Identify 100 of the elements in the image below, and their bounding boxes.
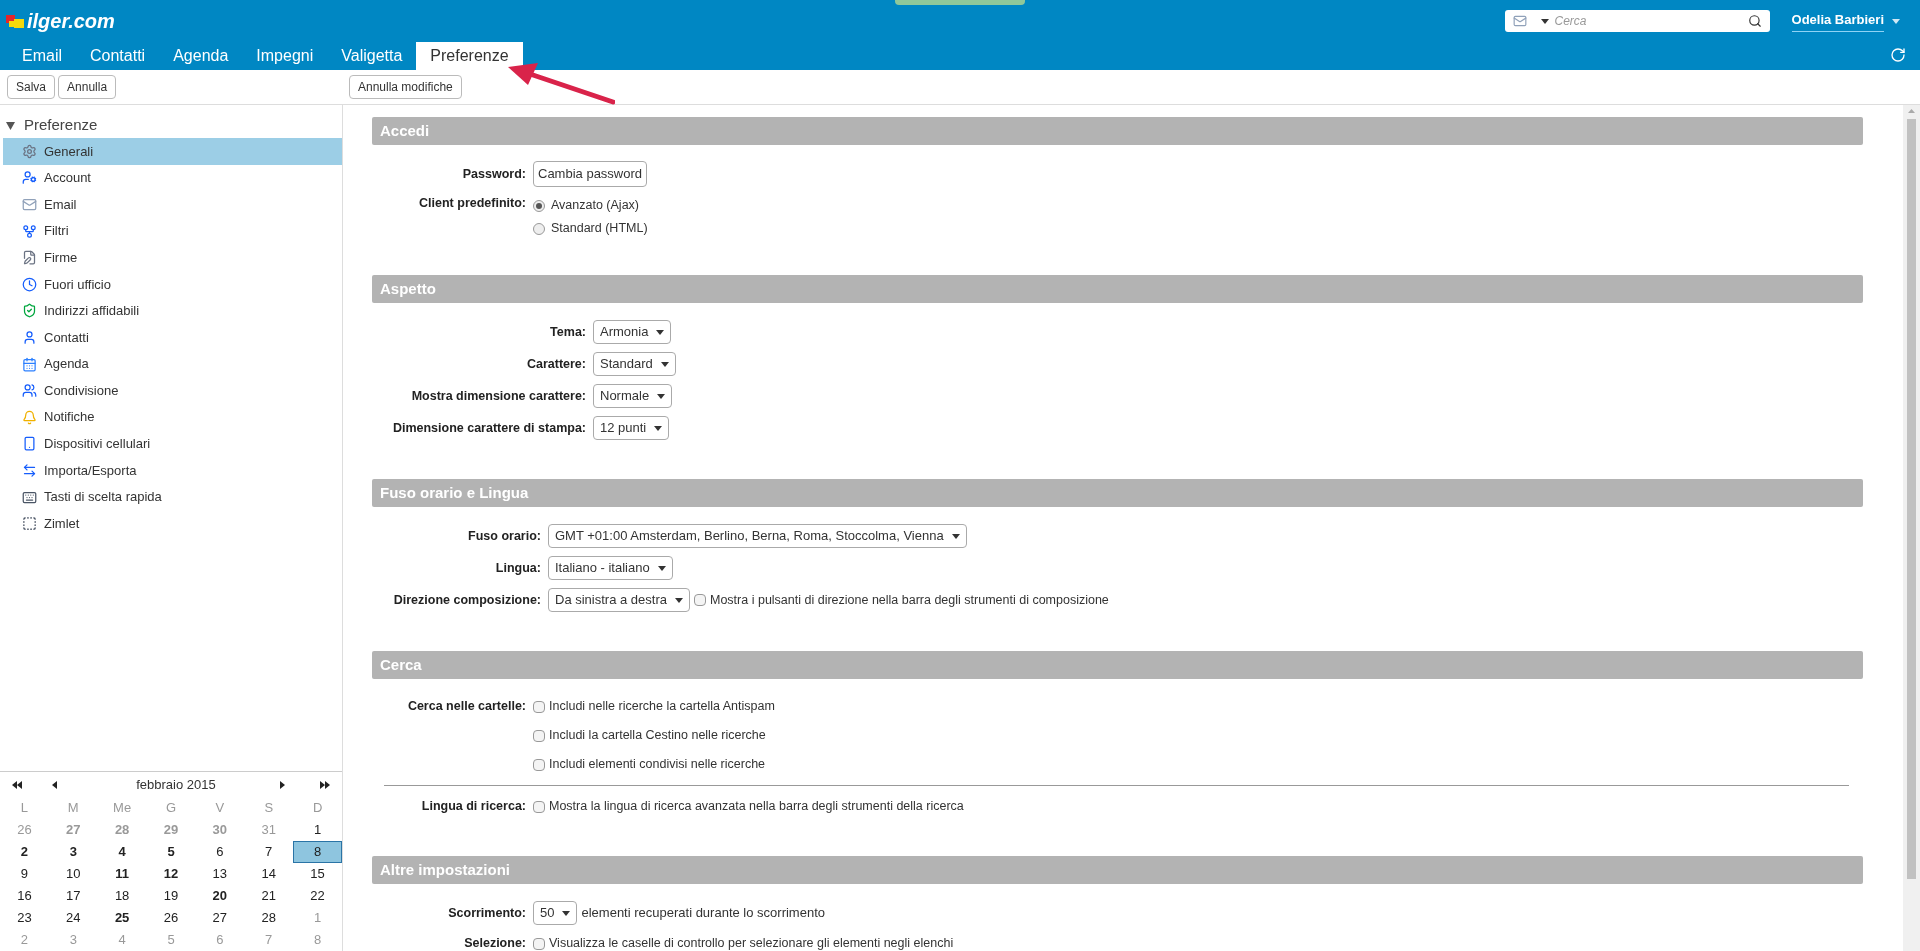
- calendar-day[interactable]: 5: [146, 841, 196, 863]
- expand-triangle-icon[interactable]: [6, 121, 15, 130]
- checkbox[interactable]: [533, 937, 545, 950]
- dropdown[interactable]: 12 punti: [593, 416, 670, 440]
- sidebar-item[interactable]: Email: [3, 191, 342, 218]
- app-tab[interactable]: Agenda: [159, 42, 243, 70]
- calendar-day[interactable]: 7: [244, 841, 294, 863]
- bell-icon: [22, 409, 37, 425]
- calendar-day[interactable]: 23: [0, 907, 49, 929]
- dropdown-value: Standard: [600, 355, 653, 374]
- app-tab[interactable]: Valigetta: [327, 42, 417, 70]
- checkbox[interactable]: [533, 729, 545, 742]
- envelope-icon: [22, 197, 37, 212]
- sidebar-item[interactable]: Indirizzi affidabili: [3, 297, 342, 325]
- calendar-day[interactable]: 14: [244, 863, 294, 885]
- sidebar-item[interactable]: Contatti: [3, 324, 342, 351]
- calendar-day[interactable]: 18: [97, 885, 147, 907]
- calendar-day[interactable]: 12: [146, 863, 196, 885]
- sidebar-item[interactable]: Agenda: [3, 350, 342, 378]
- calendar-day[interactable]: 24: [48, 907, 98, 929]
- sidebar-item[interactable]: Account: [3, 164, 342, 192]
- calendar-day[interactable]: 13: [195, 863, 245, 885]
- checkbox[interactable]: [694, 594, 706, 606]
- tree-heading[interactable]: Preferenze: [24, 114, 98, 137]
- checkbox[interactable]: [533, 758, 545, 771]
- calendar-day[interactable]: 3: [48, 841, 98, 863]
- dropdown[interactable]: Italiano - italiano: [548, 556, 673, 580]
- app-tab[interactable]: Contatti: [76, 42, 160, 70]
- radio-button[interactable]: [533, 222, 545, 235]
- calendar-day[interactable]: 26: [146, 907, 196, 929]
- calendar-day[interactable]: 10: [48, 863, 98, 885]
- scroll-up-arrow-icon[interactable]: [1908, 109, 1915, 113]
- checkbox[interactable]: [533, 700, 545, 713]
- refresh-icon[interactable]: [1890, 47, 1906, 63]
- search-input[interactable]: Cerca: [1554, 12, 1742, 30]
- section-header: Cerca: [372, 651, 1863, 679]
- user-name[interactable]: Odelia Barbieri: [1791, 9, 1884, 33]
- calendar-day[interactable]: 15: [293, 863, 342, 885]
- sidebar-item[interactable]: Condivisione: [3, 377, 342, 404]
- field-label: Dimensione carattere di stampa:: [391, 419, 587, 437]
- left-triangle-icon[interactable]: [52, 780, 57, 789]
- dropdown[interactable]: GMT +01:00 Amsterdam, Berlino, Berna, Roma, Stoccolma, Vienna: [548, 524, 967, 548]
- calendar-day[interactable]: 27: [195, 907, 245, 929]
- calendar-day[interactable]: 2: [0, 841, 49, 863]
- arrows-icon: [22, 462, 37, 478]
- toolbar-button[interactable]: Annulla: [58, 75, 117, 99]
- sidebar-item[interactable]: Dispositivi cellulari: [3, 430, 342, 458]
- calendar-day[interactable]: 11: [97, 863, 147, 885]
- change-password-button[interactable]: Cambia password: [533, 161, 648, 187]
- calendar-day[interactable]: 19: [146, 885, 196, 907]
- app-tab[interactable]: Preferenze: [416, 42, 523, 70]
- calendar-day[interactable]: 16: [0, 885, 49, 907]
- sidebar-item[interactable]: Notifiche: [3, 403, 342, 431]
- field-label: Password:: [461, 165, 527, 183]
- calendar-day[interactable]: 22: [293, 885, 342, 907]
- radio-button[interactable]: [533, 199, 545, 212]
- dropdown[interactable]: Standard: [593, 352, 676, 376]
- radio-label: Standard (HTML): [551, 220, 648, 238]
- caret-icon: [657, 565, 666, 571]
- app-tab[interactable]: Email: [8, 42, 76, 70]
- envelope-icon: [1512, 14, 1527, 28]
- sidebar-item[interactable]: Fuori ufficio: [3, 270, 342, 298]
- calendar-day[interactable]: 9: [0, 863, 49, 885]
- dropdown[interactable]: Da sinistra a destra: [548, 588, 690, 612]
- checkbox[interactable]: [533, 800, 545, 813]
- calendar-day[interactable]: 17: [48, 885, 98, 907]
- search-bar[interactable]: Cerca: [1504, 10, 1770, 32]
- dropdown[interactable]: Normale: [593, 384, 673, 408]
- checkbox-label: Includi nelle ricerche la cartella Antispam: [549, 698, 775, 716]
- double-right-triangle-icon[interactable]: [320, 780, 330, 789]
- dropdown[interactable]: Armonia: [593, 320, 672, 344]
- sidebar-item[interactable]: Generali: [3, 138, 342, 165]
- toolbar-button[interactable]: Salva: [7, 75, 56, 99]
- field-label: Lingua:: [494, 559, 542, 577]
- calendar-day[interactable]: 6: [195, 841, 245, 863]
- field-label: Fuso orario:: [467, 527, 542, 545]
- weekday-label: Me: [112, 799, 133, 818]
- scrollbar[interactable]: [1903, 105, 1920, 951]
- pen-on-page-icon: [22, 250, 37, 266]
- toolbar-button[interactable]: Annulla modifiche: [349, 75, 462, 99]
- clock-icon: [22, 276, 37, 292]
- app-tab[interactable]: Impegni: [242, 42, 328, 70]
- sidebar-item[interactable]: Tasti di scelta rapida: [3, 483, 342, 511]
- double-left-triangle-icon[interactable]: [12, 780, 22, 789]
- right-triangle-icon[interactable]: [280, 780, 285, 789]
- sidebar-item[interactable]: Filtri: [3, 217, 342, 245]
- sidebar-item[interactable]: Importa/Esporta: [3, 457, 342, 484]
- calendar-day[interactable]: 28: [244, 907, 294, 929]
- calendar-day[interactable]: 1: [293, 819, 342, 841]
- calendar-day[interactable]: 20: [195, 885, 245, 907]
- sidebar-item[interactable]: Firme: [3, 244, 342, 271]
- dropdown[interactable]: 50: [533, 901, 578, 925]
- calendar-day[interactable]: 25: [97, 907, 147, 929]
- calendar-day[interactable]: 4: [97, 841, 147, 863]
- calendar-day[interactable]: 8: [293, 841, 342, 863]
- gear-icon: [22, 143, 37, 159]
- field-label: Scorrimento:: [447, 904, 527, 922]
- calendar-day[interactable]: 21: [244, 885, 294, 907]
- sidebar-item[interactable]: Zimlet: [3, 510, 342, 537]
- caret-icon: [1540, 18, 1549, 24]
